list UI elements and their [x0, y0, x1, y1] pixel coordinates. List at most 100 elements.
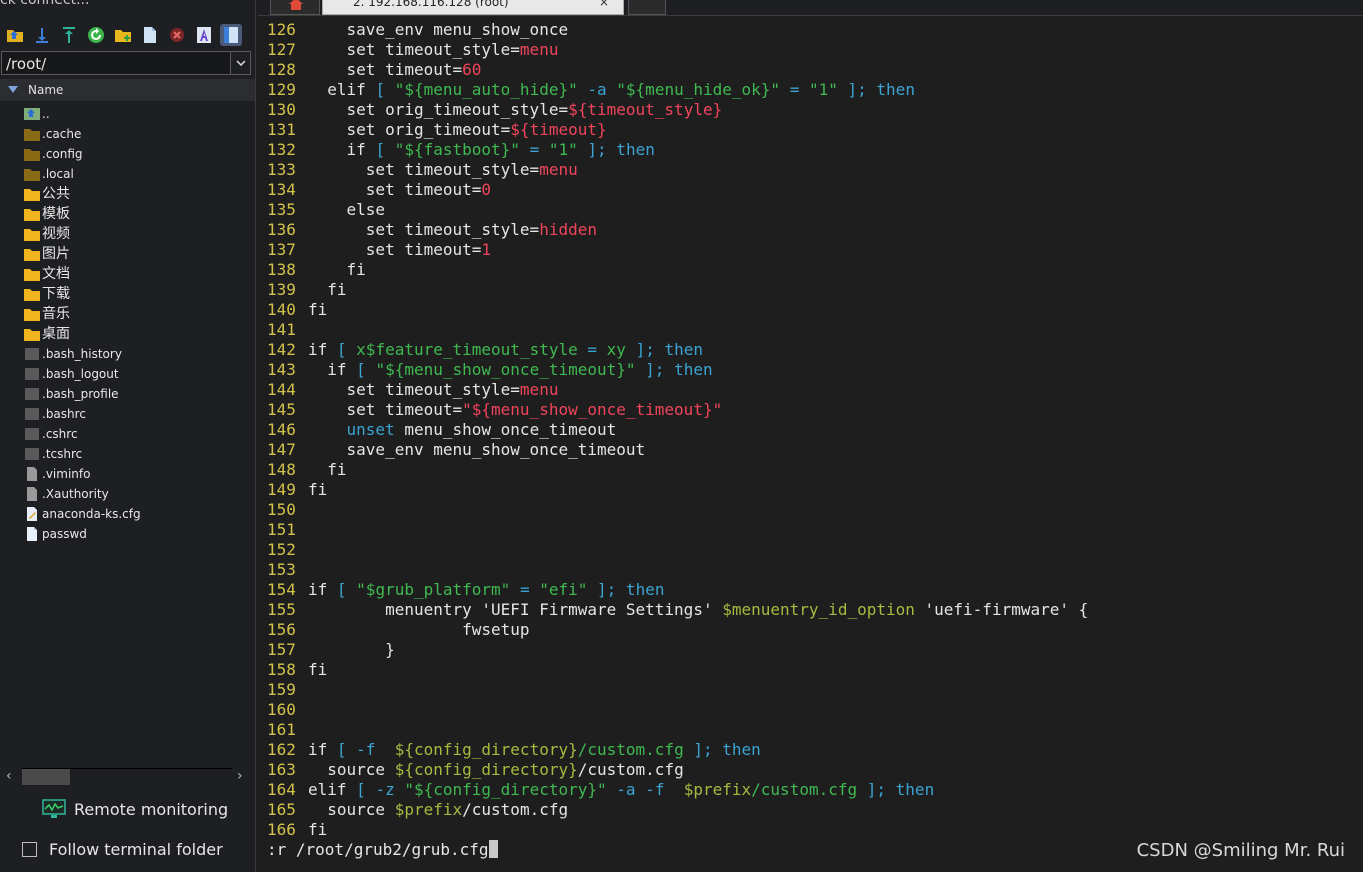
line-number: 163	[267, 760, 296, 779]
folder-icon	[24, 207, 40, 221]
follow-terminal-folder-checkbox[interactable]: Follow terminal folder	[22, 840, 223, 859]
new-folder-icon[interactable]	[112, 24, 134, 46]
line-number: 162	[267, 740, 296, 759]
folder-icon	[24, 227, 40, 241]
path-input[interactable]: /root/	[1, 51, 231, 75]
file-icon	[24, 347, 40, 361]
file-list-item[interactable]: .cache	[0, 124, 255, 144]
text-cursor	[488, 840, 498, 858]
scroll-thumb[interactable]	[22, 769, 70, 785]
file-list-item[interactable]: .cshrc	[0, 424, 255, 444]
scroll-left-icon[interactable]: ‹	[6, 768, 12, 784]
file-list-item[interactable]: .bash_history	[0, 344, 255, 364]
file-name: .Xauthority	[42, 487, 109, 501]
properties-icon[interactable]	[220, 24, 242, 46]
file-name: 桌面	[42, 326, 70, 342]
file-list-item[interactable]: 公共	[0, 184, 255, 204]
file-name: .config	[42, 147, 83, 161]
sftp-toolbar	[0, 20, 255, 50]
line-number: 143	[267, 360, 296, 379]
line-number: 127	[267, 40, 296, 59]
line-number: 159	[267, 680, 296, 699]
file-list-item[interactable]: .Xauthority	[0, 484, 255, 504]
file-list-item[interactable]: 文档	[0, 264, 255, 284]
line-number: 136	[267, 220, 296, 239]
file-list-item[interactable]: 模板	[0, 204, 255, 224]
line-number: 156	[267, 620, 296, 639]
delete-icon[interactable]	[166, 24, 188, 46]
terminal-view[interactable]: 126 save_env menu_show_once 127 set timeo…	[258, 16, 1363, 872]
parent-folder-icon[interactable]	[4, 24, 26, 46]
file-list-item[interactable]: .viminfo	[0, 464, 255, 484]
code-text: fi	[308, 480, 328, 499]
line-number: 142	[267, 340, 296, 359]
file-name: passwd	[42, 527, 87, 541]
file-name: .bash_logout	[42, 367, 119, 381]
tab-session[interactable]: 2. 192.168.116.128 (root) ×	[322, 0, 624, 15]
file-list-item[interactable]: 下载	[0, 284, 255, 304]
code-text: if [ "${menu_show_once_timeout}" ]; then	[308, 360, 713, 379]
file-icon	[24, 367, 40, 381]
code-text: set timeout=60	[308, 60, 482, 79]
file-list-item[interactable]: passwd	[0, 524, 255, 544]
watermark: CSDN @Smiling Mr. Rui	[1136, 840, 1345, 861]
file-list-item[interactable]: anaconda-ks.cfg	[0, 504, 255, 524]
vim-command-line[interactable]: :r /root/grub2/grub.cfg	[267, 840, 498, 860]
file-name: .local	[42, 167, 74, 181]
line-number: 138	[267, 260, 296, 279]
file-list-item[interactable]: .tcshrc	[0, 444, 255, 464]
file-list-item[interactable]: 音乐	[0, 304, 255, 324]
file-list-item[interactable]: .bash_profile	[0, 384, 255, 404]
code-text: menuentry 'UEFI Firmware Settings' $menu…	[308, 600, 1089, 619]
close-icon[interactable]: ×	[599, 0, 609, 12]
chevron-down-icon	[235, 60, 246, 66]
path-dropdown-button[interactable]	[231, 51, 251, 75]
line-number: 129	[267, 80, 296, 99]
code-text: if [ "${fastboot}" = "1" ]; then	[308, 140, 655, 159]
tab-home[interactable]	[270, 0, 320, 15]
rename-icon[interactable]	[193, 24, 215, 46]
monitor-icon	[42, 799, 66, 818]
code-text: set timeout="${menu_show_once_timeout}"	[308, 400, 723, 419]
file-list-item[interactable]: .local	[0, 164, 255, 184]
remote-monitoring-button[interactable]: Remote monitoring	[42, 796, 228, 822]
file-list-item[interactable]: 桌面	[0, 324, 255, 344]
code-text: fi	[308, 300, 328, 319]
line-number: 139	[267, 280, 296, 299]
file-browser-panel: ck connect... /root/ Name .. .cache .con…	[0, 0, 256, 872]
code-text: if [ -f ${config_directory}/custom.cfg ]…	[308, 740, 761, 759]
name-column-header[interactable]: Name	[0, 79, 255, 101]
file-list-item[interactable]: ..	[0, 104, 255, 124]
file-icon	[24, 447, 40, 461]
file-list-item[interactable]: .config	[0, 144, 255, 164]
file-name: 音乐	[42, 306, 70, 322]
folder-icon	[24, 147, 40, 161]
file-name: 视频	[42, 226, 70, 242]
file-list: .. .cache .config .local 公共 模板视频图片 文档 下载音乐桌面 .ba…	[0, 104, 255, 544]
scroll-right-icon[interactable]: ›	[237, 768, 243, 784]
parent-folder-icon	[24, 107, 40, 121]
new-tab-button[interactable]	[628, 0, 666, 15]
quick-connect-input[interactable]: ck connect...	[0, 0, 255, 9]
upload-icon[interactable]	[58, 24, 80, 46]
horizontal-scrollbar[interactable]: ‹ ›	[0, 766, 255, 788]
line-number: 153	[267, 560, 296, 579]
file-list-item[interactable]: 视频	[0, 224, 255, 244]
download-icon[interactable]	[31, 24, 53, 46]
line-number: 154	[267, 580, 296, 599]
line-number: 151	[267, 520, 296, 539]
file-icon	[24, 407, 40, 421]
file-list-item[interactable]: 图片	[0, 244, 255, 264]
line-number: 132	[267, 140, 296, 159]
file-list-item[interactable]: .bash_logout	[0, 364, 255, 384]
code-text: fi	[308, 660, 328, 679]
code-text: fwsetup	[308, 620, 530, 639]
line-number: 150	[267, 500, 296, 519]
refresh-icon[interactable]	[85, 24, 107, 46]
checkbox-icon[interactable]	[22, 842, 37, 857]
new-file-icon[interactable]	[139, 24, 161, 46]
line-number: 126	[267, 20, 296, 39]
file-name: .cache	[42, 127, 82, 141]
code-text: set orig_timeout_style=${timeout_style}	[308, 100, 723, 119]
file-list-item[interactable]: .bashrc	[0, 404, 255, 424]
